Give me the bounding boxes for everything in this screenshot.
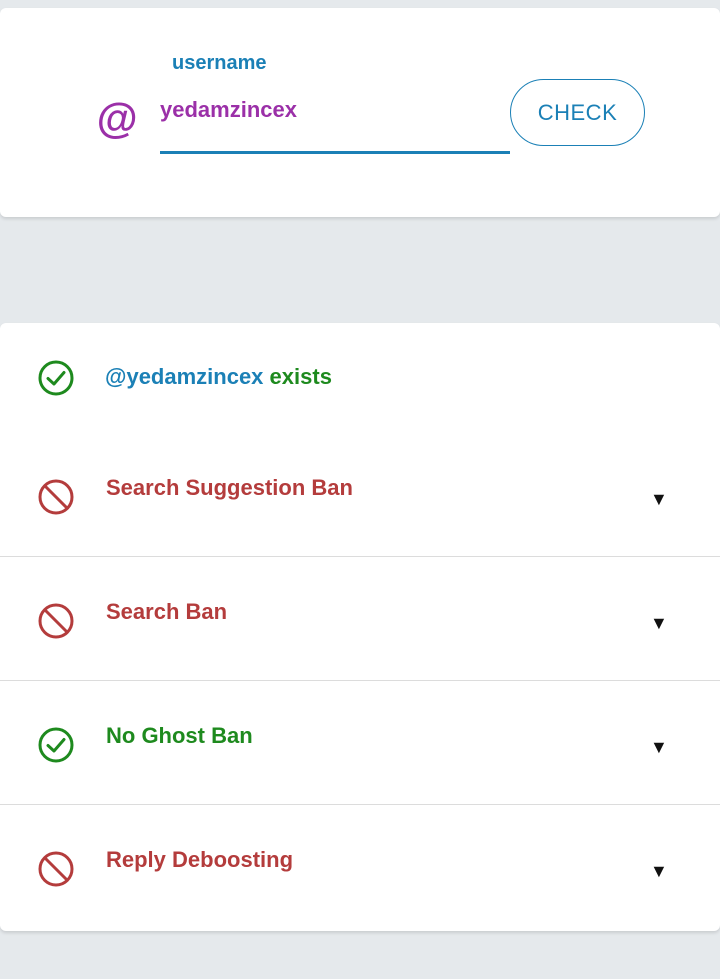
username-form-card: @ username CHECK	[0, 8, 720, 217]
username-input[interactable]	[160, 92, 510, 151]
result-label: Search Ban	[106, 599, 228, 624]
result-label: No Ghost Ban	[106, 723, 253, 748]
at-sign-icon: @	[96, 95, 137, 142]
result-label: Reply Deboosting	[106, 847, 294, 872]
dropdown-triangle-icon[interactable]: ▼	[650, 861, 668, 882]
exists-row: @yedamzincex exists	[0, 323, 720, 433]
result-row-search-ban[interactable]: Search Ban ▼	[0, 557, 720, 681]
check-button[interactable]: CHECK	[510, 79, 645, 146]
username-field-label: username	[172, 52, 267, 74]
username-input-wrapper	[160, 92, 510, 154]
result-label: Search Suggestion Ban	[106, 475, 353, 500]
dropdown-triangle-icon[interactable]: ▼	[650, 737, 668, 758]
exists-message: @yedamzincex exists	[105, 364, 332, 390]
dropdown-triangle-icon[interactable]: ▼	[650, 613, 668, 634]
dropdown-triangle-icon[interactable]: ▼	[650, 489, 668, 510]
prohibited-icon	[38, 851, 74, 887]
results-card: @yedamzincex exists Search Suggestion Ba…	[0, 323, 720, 931]
exists-word: exists	[269, 364, 332, 389]
check-circle-icon	[38, 727, 74, 763]
result-row-reply-deboosting[interactable]: Reply Deboosting ▼	[0, 805, 720, 929]
exists-handle: @yedamzincex	[105, 364, 264, 389]
prohibited-icon	[38, 603, 74, 639]
prohibited-icon	[38, 479, 74, 515]
result-row-no-ghost-ban[interactable]: No Ghost Ban ▼	[0, 681, 720, 805]
result-row-search-suggestion-ban[interactable]: Search Suggestion Ban ▼	[0, 433, 720, 557]
check-circle-icon	[38, 360, 74, 396]
